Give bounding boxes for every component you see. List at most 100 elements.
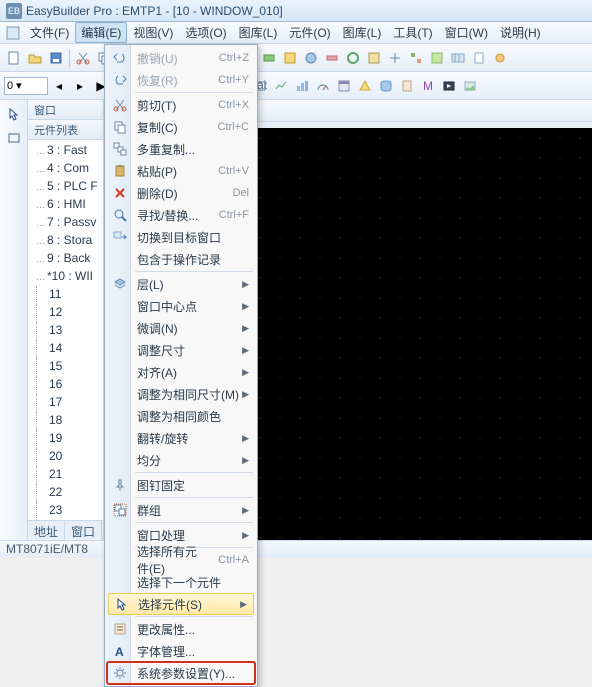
menu-item-l[interactable]: 层(L)▶ <box>107 273 255 295</box>
picture-button[interactable] <box>460 76 480 96</box>
new-button[interactable] <box>4 48 24 68</box>
tool-e[interactable] <box>343 48 363 68</box>
prev-button[interactable]: ◂ <box>49 76 69 96</box>
tree-item[interactable]: 7 : Passv <box>30 214 103 232</box>
menu-window[interactable]: 窗口(W) <box>439 22 494 43</box>
tree-item[interactable]: *10 : WII <box>30 268 103 286</box>
menu-item-d[interactable]: 删除(D)Del <box>107 182 255 204</box>
tree[interactable]: 3 : Fast 4 : Com 5 : PLC F 6 : HMI 7 : P… <box>28 140 103 520</box>
system-menu-icon[interactable] <box>5 25 21 41</box>
tree-item[interactable]: 19 <box>36 430 103 448</box>
left-panel: 窗口 元件列表 3 : Fast 4 : Com 5 : PLC F 6 : H… <box>28 100 104 540</box>
trend-button[interactable] <box>271 76 291 96</box>
tool-c[interactable] <box>301 48 321 68</box>
menu-item-y[interactable]: 系统参数设置(Y)... <box>107 662 255 684</box>
menu-edit[interactable]: 编辑(E) <box>75 22 127 43</box>
tool-j[interactable] <box>448 48 468 68</box>
menu-item-[interactable]: 群组▶ <box>107 499 255 521</box>
media-button[interactable] <box>439 76 459 96</box>
menu-file[interactable]: 文件(F) <box>24 22 75 43</box>
menu-view[interactable]: 视图(V) <box>127 22 179 43</box>
submenu-arrow-icon: ▶ <box>240 599 247 610</box>
tree-item[interactable]: 9 : Back <box>30 250 103 268</box>
tool-k[interactable] <box>469 48 489 68</box>
tree-item[interactable]: 17 <box>36 394 103 412</box>
alarm-button[interactable] <box>355 76 375 96</box>
menu-item-[interactable]: 调整尺寸▶ <box>107 339 255 361</box>
submenu-arrow-icon: ▶ <box>242 345 249 356</box>
save-button[interactable] <box>46 48 66 68</box>
rect-tool[interactable] <box>4 128 24 148</box>
menu-item-s[interactable]: 选择元件(S)▶ <box>108 593 254 615</box>
meter-button[interactable] <box>313 76 333 96</box>
cut-button[interactable] <box>73 48 93 68</box>
macro-button[interactable]: M <box>418 76 438 96</box>
panel-tab-address[interactable]: 地址 <box>28 521 65 540</box>
menu-library[interactable]: 图库(L) <box>337 22 388 43</box>
tree-item[interactable]: 4 : Com <box>30 160 103 178</box>
tool-b[interactable] <box>280 48 300 68</box>
menu-item-p[interactable]: 粘贴(P)Ctrl+V <box>107 160 255 182</box>
tree-item[interactable]: 8 : Stora <box>30 232 103 250</box>
menu-tools[interactable]: 工具(T) <box>387 22 438 43</box>
menu-item-[interactable]: 选择下一个元件 <box>107 571 255 593</box>
data-button[interactable] <box>376 76 396 96</box>
tree-item[interactable]: 5 : PLC F <box>30 178 103 196</box>
tree-item[interactable]: 6 : HMI <box>30 196 103 214</box>
menu-item-e[interactable]: 选择所有元件(E)Ctrl+A <box>107 549 255 571</box>
layer-icon <box>111 275 129 293</box>
menu-item-[interactable]: 调整为相同颜色 <box>107 405 255 427</box>
tree-item[interactable]: 15 <box>36 358 103 376</box>
menu-parts[interactable]: 元件(O) <box>283 22 336 43</box>
tree-item[interactable]: 13 <box>36 322 103 340</box>
menu-help[interactable]: 说明(H) <box>494 22 547 43</box>
panel-tab-window[interactable]: 窗口 <box>65 521 102 540</box>
menu-item-[interactable]: 更改属性... <box>107 618 255 640</box>
tool-l[interactable] <box>490 48 510 68</box>
main-area: 窗口 元件列表 3 : Fast 4 : Com 5 : PLC F 6 : H… <box>0 100 592 540</box>
tree-item[interactable]: 21 <box>36 466 103 484</box>
tree-item[interactable]: 20 <box>36 448 103 466</box>
menu-item-[interactable]: 图钉固定 <box>107 474 255 496</box>
menu-item-[interactable]: 寻找/替换...Ctrl+F <box>107 204 255 226</box>
pointer-tool[interactable] <box>4 104 24 124</box>
menu-item-a[interactable]: 对齐(A)▶ <box>107 361 255 383</box>
window-button[interactable] <box>334 76 354 96</box>
tool-f[interactable] <box>364 48 384 68</box>
tool-a[interactable] <box>259 48 279 68</box>
next-button[interactable]: ▸ <box>70 76 90 96</box>
tool-i[interactable] <box>427 48 447 68</box>
menu-item-[interactable]: 均分▶ <box>107 449 255 471</box>
group-icon <box>111 501 129 519</box>
tree-item[interactable]: 11 <box>36 286 103 304</box>
menu-item-t[interactable]: 剪切(T)Ctrl+X <box>107 94 255 116</box>
tree-item[interactable]: 16 <box>36 376 103 394</box>
tool-h[interactable] <box>406 48 426 68</box>
open-button[interactable] <box>25 48 45 68</box>
tree-item[interactable]: 12 <box>36 304 103 322</box>
menu-item-[interactable]: A字体管理... <box>107 640 255 662</box>
menu-options[interactable]: 选项(O) <box>179 22 232 43</box>
menu-draw[interactable]: 图库(L) <box>233 22 284 43</box>
tool-g[interactable] <box>385 48 405 68</box>
recipe-button[interactable] <box>397 76 417 96</box>
tree-item[interactable]: 18 <box>36 412 103 430</box>
menu-item-c[interactable]: 复制(C)Ctrl+C <box>107 116 255 138</box>
tool-d[interactable] <box>322 48 342 68</box>
menu-item-[interactable]: 多重复制... <box>107 138 255 160</box>
menu-item-[interactable]: 切换到目标窗口 <box>107 226 255 248</box>
tree-item[interactable]: 23 <box>36 502 103 520</box>
svg-text:M: M <box>423 79 433 93</box>
menu-item-m[interactable]: 调整为相同尺寸(M)▶ <box>107 383 255 405</box>
menu-item-label: 字体管理... <box>137 643 195 660</box>
bar-button[interactable] <box>292 76 312 96</box>
tree-item[interactable]: 22 <box>36 484 103 502</box>
menu-item-[interactable]: 翻转/旋转▶ <box>107 427 255 449</box>
menu-item-label: 包含于操作记录 <box>137 251 221 268</box>
tree-item[interactable]: 3 : Fast <box>30 142 103 160</box>
menu-item-[interactable]: 窗口中心点▶ <box>107 295 255 317</box>
menu-item-n[interactable]: 微调(N)▶ <box>107 317 255 339</box>
state-combo[interactable]: 0 ▾ <box>4 77 48 95</box>
tree-item[interactable]: 14 <box>36 340 103 358</box>
menu-item-[interactable]: 包含于操作记录 <box>107 248 255 270</box>
